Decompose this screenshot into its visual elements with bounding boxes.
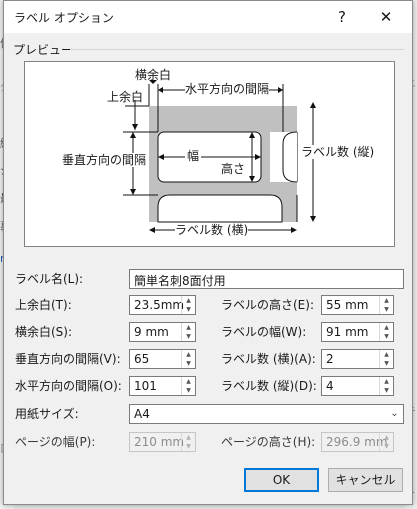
spin-up-icon[interactable]: ▲ bbox=[182, 296, 195, 305]
number-down-value: 4 bbox=[326, 379, 334, 393]
spin-control[interactable]: ▲ ▼ bbox=[379, 350, 393, 368]
label-name-value: 簡単名刺8面付用 bbox=[134, 274, 226, 288]
label-preview: 横余白 上余白 水平方向の間隔 垂直方向の間隔 幅 高さ ラベル数 (縦) ラベ… bbox=[24, 61, 395, 247]
close-icon: ✕ bbox=[379, 8, 393, 26]
preview-number-down-label: ラベル数 (縦) bbox=[301, 145, 375, 159]
preview-group-label: プレビュー bbox=[13, 43, 74, 57]
spin-up-icon[interactable]: ▲ bbox=[380, 323, 393, 332]
vertical-pitch-label: 垂直方向の間隔(V): bbox=[15, 352, 121, 366]
page-size-label: 用紙サイズ: bbox=[15, 407, 79, 421]
spin-up-icon[interactable]: ▲ bbox=[380, 350, 393, 359]
vertical-pitch-spinbox[interactable]: 65 ▲ ▼ bbox=[129, 349, 196, 369]
label-cell-lower bbox=[157, 194, 283, 223]
page-size-dropdown[interactable]: A4 ⌄ bbox=[129, 404, 404, 424]
help-icon: ? bbox=[338, 8, 346, 26]
top-margin-label: 上余白(T): bbox=[15, 298, 72, 312]
spin-control[interactable]: ▲ ▼ bbox=[181, 296, 195, 314]
preview-side-margin-label: 横余白 bbox=[135, 68, 172, 82]
spin-down-icon[interactable]: ▼ bbox=[182, 386, 195, 395]
spin-control[interactable]: ▲ ▼ bbox=[181, 377, 195, 395]
label-height-spinbox[interactable]: 55 mm ▲ ▼ bbox=[321, 295, 394, 315]
ok-button[interactable]: OK bbox=[244, 468, 319, 492]
label-options-dialog: ラベル オプション ? ✕ プレビュー 横余白 上余白 水平方向の間隔 垂直方向… bbox=[3, 0, 413, 505]
spin-down-icon: ▼ bbox=[384, 443, 389, 450]
horizontal-pitch-label: 水平方向の間隔(O): bbox=[15, 379, 122, 393]
label-height-value: 55 mm bbox=[326, 298, 369, 312]
spin-down-icon[interactable]: ▼ bbox=[182, 305, 195, 314]
horizontal-pitch-spinbox[interactable]: 101 ▲ ▼ bbox=[129, 376, 196, 396]
spin-up-icon: ▲ bbox=[186, 434, 191, 441]
spin-down-icon[interactable]: ▼ bbox=[380, 386, 393, 395]
label-width-label: ラベルの幅(W): bbox=[221, 325, 307, 339]
cancel-button[interactable]: キャンセル bbox=[328, 468, 403, 492]
spin-up-icon[interactable]: ▲ bbox=[380, 377, 393, 386]
page-height-spinbox: 296.9 mm ▲ ▼ bbox=[321, 432, 394, 452]
side-margin-spinbox[interactable]: 9 mm ▲ ▼ bbox=[129, 322, 196, 342]
spin-up-icon[interactable]: ▲ bbox=[182, 377, 195, 386]
spin-down-icon[interactable]: ▼ bbox=[182, 359, 195, 368]
preview-height-label: 高さ bbox=[221, 162, 246, 176]
spin-control: ▲ ▼ bbox=[181, 433, 195, 451]
spin-control[interactable]: ▲ ▼ bbox=[181, 350, 195, 368]
horizontal-pitch-value: 101 bbox=[134, 379, 157, 393]
page-width-value: 210 mm bbox=[134, 435, 185, 449]
spin-down-icon[interactable]: ▼ bbox=[380, 305, 393, 314]
spin-control[interactable]: ▲ ▼ bbox=[181, 323, 195, 341]
top-margin-value: 23.5mm bbox=[134, 298, 185, 312]
side-margin-value: 9 mm bbox=[134, 325, 169, 339]
label-height-label: ラベルの高さ(E): bbox=[221, 298, 314, 312]
top-margin-spinbox[interactable]: 23.5mm ▲ ▼ bbox=[129, 295, 196, 315]
number-down-spinbox[interactable]: 4 ▲ ▼ bbox=[321, 376, 394, 396]
page-width-label: ページの幅(P): bbox=[15, 435, 96, 449]
spin-control[interactable]: ▲ ▼ bbox=[379, 296, 393, 314]
spin-down-icon: ▼ bbox=[186, 443, 191, 450]
spin-up-icon[interactable]: ▲ bbox=[380, 296, 393, 305]
preview-number-across-label: ラベル数 (横) bbox=[175, 223, 249, 237]
preview-width-label: 幅 bbox=[185, 149, 202, 163]
label-name-label: ラベル名(L): bbox=[15, 272, 84, 286]
label-width-spinbox[interactable]: 91 mm ▲ ▼ bbox=[321, 322, 394, 342]
page-height-label: ページの高さ(H): bbox=[221, 435, 316, 449]
close-button[interactable]: ✕ bbox=[366, 3, 406, 31]
chevron-down-icon[interactable]: ⌄ bbox=[386, 405, 403, 423]
number-across-spinbox[interactable]: 2 ▲ ▼ bbox=[321, 349, 394, 369]
dialog-title: ラベル オプション bbox=[14, 11, 114, 25]
spin-down-icon[interactable]: ▼ bbox=[380, 359, 393, 368]
preview-horizontal-pitch-label: 水平方向の間隔 bbox=[185, 82, 270, 96]
spin-control: ▲ ▼ bbox=[379, 433, 393, 451]
spin-control[interactable]: ▲ ▼ bbox=[379, 323, 393, 341]
group-divider bbox=[70, 49, 404, 50]
preview-top-margin-label: 上余白 bbox=[107, 90, 144, 104]
vertical-pitch-value: 65 bbox=[134, 352, 150, 366]
spin-up-icon[interactable]: ▲ bbox=[182, 323, 195, 332]
spin-down-icon[interactable]: ▼ bbox=[380, 332, 393, 341]
spin-up-icon[interactable]: ▲ bbox=[182, 350, 195, 359]
page-width-spinbox: 210 mm ▲ ▼ bbox=[129, 432, 196, 452]
number-across-label: ラベル数 (横)(A): bbox=[221, 352, 316, 366]
spin-control[interactable]: ▲ ▼ bbox=[379, 377, 393, 395]
help-button[interactable]: ? bbox=[322, 3, 362, 31]
side-margin-label: 横余白(S): bbox=[15, 325, 73, 339]
spin-down-icon[interactable]: ▼ bbox=[182, 332, 195, 341]
label-name-field[interactable]: 簡単名刺8面付用 bbox=[129, 269, 404, 289]
page-size-value: A4 bbox=[134, 407, 150, 421]
number-down-label: ラベル数 (縦)(D): bbox=[221, 379, 317, 393]
preview-vertical-pitch-label: 垂直方向の間隔 bbox=[62, 153, 147, 167]
label-width-value: 91 mm bbox=[326, 325, 369, 339]
number-across-value: 2 bbox=[326, 352, 334, 366]
title-bar: ラベル オプション ? ✕ bbox=[4, 1, 412, 33]
spin-up-icon: ▲ bbox=[384, 434, 389, 441]
